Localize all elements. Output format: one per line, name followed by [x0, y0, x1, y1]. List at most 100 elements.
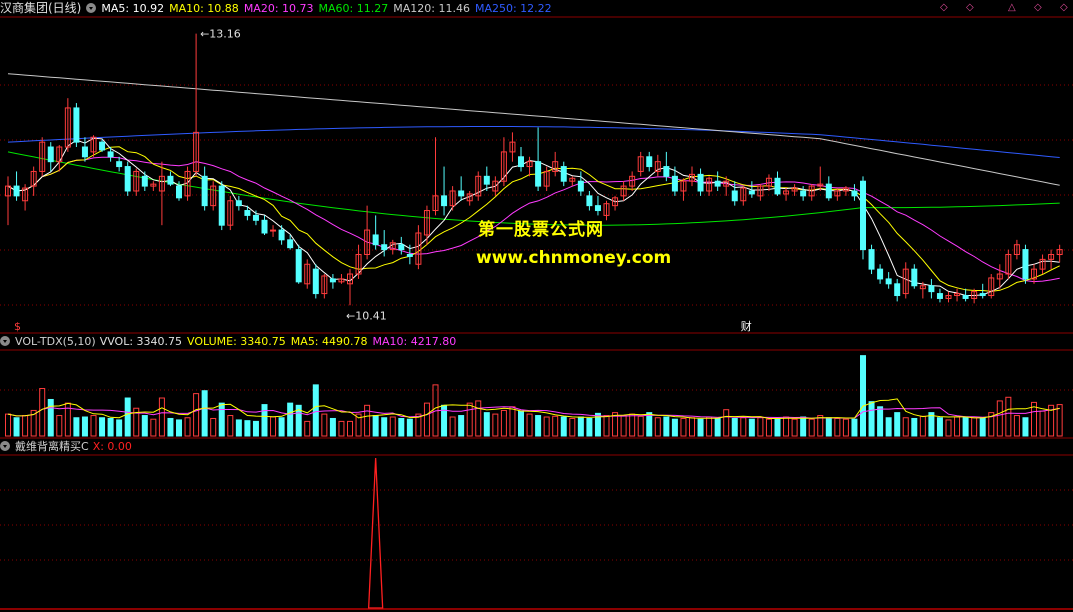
volume-bar [312, 384, 319, 437]
candle-body [270, 229, 277, 232]
candle-body [936, 293, 943, 299]
low-price-label: ←10.41 [346, 309, 387, 322]
volume-bar [176, 419, 182, 437]
indicator-signal-spike [367, 457, 384, 609]
volume-bar [689, 417, 695, 437]
indicator-header: 戴维背离精买C X: 0.00 [0, 438, 1073, 455]
volume-bar [372, 415, 379, 437]
candle-body [646, 156, 653, 168]
candle-body [218, 185, 225, 226]
volume-bar [637, 415, 644, 437]
volume-bar [466, 402, 473, 437]
ma250-line [7, 126, 1060, 158]
volume-bar [560, 416, 567, 437]
volume-bar [543, 416, 550, 437]
volume-bar [201, 390, 208, 437]
volume-bar [81, 416, 88, 437]
volume-bar [47, 398, 54, 437]
volume-bar [1022, 417, 1029, 437]
candle-body [406, 253, 413, 257]
candle-body [560, 166, 567, 182]
volume-bar [765, 418, 772, 437]
candle-body [594, 205, 601, 212]
candle-body [911, 268, 918, 287]
candle-body [1022, 249, 1029, 280]
volume-bar [860, 355, 866, 437]
watermark-url: www.chnmoney.com [476, 248, 672, 268]
vol-ma5-label: MA5: 4490.78 [290, 335, 368, 348]
volume-bar [680, 417, 687, 437]
volume-bar [252, 420, 259, 437]
volume-bar [304, 420, 311, 437]
candle-body [868, 249, 875, 270]
candle-body [860, 180, 866, 251]
candle-body [577, 180, 584, 192]
volume-menu-icon[interactable] [0, 336, 10, 346]
volume-bar [586, 417, 593, 437]
candle-body [278, 229, 285, 241]
candle-body [894, 283, 901, 297]
volume-bar [90, 415, 97, 437]
candle-body [99, 141, 106, 151]
candle-body [81, 146, 88, 158]
volume-bar [167, 417, 174, 437]
volume-bar [748, 418, 755, 437]
candle-body [329, 278, 336, 283]
volume-bar [449, 416, 456, 437]
volume-bar [458, 415, 465, 437]
volume-bar [13, 417, 20, 437]
volume-bar [1056, 404, 1063, 437]
volume-bar [150, 418, 157, 437]
volume-bar [406, 418, 413, 437]
volume-bar [423, 402, 430, 437]
volume-bar [193, 393, 200, 437]
volume-bar [107, 417, 114, 437]
volume-bar [5, 413, 11, 437]
candle-body [663, 166, 670, 177]
volume-bar [945, 419, 952, 437]
volume-bar [577, 416, 584, 437]
candle-body [586, 195, 593, 207]
volume-bar [552, 415, 559, 437]
volume-bar [954, 416, 961, 437]
volume-bar [364, 404, 371, 437]
volume-bar [834, 417, 841, 437]
volume-bar [218, 402, 225, 437]
volume-bar [235, 419, 242, 437]
volume-label: VOLUME: 3340.75 [187, 335, 286, 348]
volume-bar [244, 420, 251, 437]
indicator-menu-icon[interactable] [0, 441, 10, 451]
candle-body [748, 190, 755, 195]
candle-body [697, 173, 704, 192]
volume-bar [868, 401, 875, 437]
volume-bar [22, 415, 29, 437]
candle-body [381, 244, 388, 251]
candle-body [312, 268, 319, 295]
volume-bar [740, 417, 747, 437]
candle-body [176, 185, 182, 199]
volume-bar [919, 415, 926, 437]
candle-body [13, 185, 20, 197]
volume-bar [116, 419, 123, 437]
volume-bar [73, 417, 80, 437]
volume-bar [210, 417, 217, 437]
candle-body [731, 190, 738, 202]
volume-bar [398, 417, 405, 437]
volume-bar [885, 417, 892, 437]
volume-bar [329, 417, 336, 437]
volume-bar [620, 415, 627, 437]
volume-bar [654, 417, 661, 437]
volume-bar [629, 413, 636, 437]
volume-bar [347, 420, 353, 437]
indicator-x-value: X: 0.00 [92, 440, 132, 453]
candle-body [252, 214, 259, 221]
candle-body [800, 190, 807, 197]
volume-bar [509, 406, 516, 437]
vol-ma10-label: MA10: 4217.80 [372, 335, 457, 348]
candle-body [671, 175, 678, 192]
candle-body [261, 219, 268, 234]
candle-body [979, 293, 986, 297]
candle-body [458, 190, 465, 197]
volume-bar [723, 409, 730, 437]
volume-bar [894, 412, 901, 437]
